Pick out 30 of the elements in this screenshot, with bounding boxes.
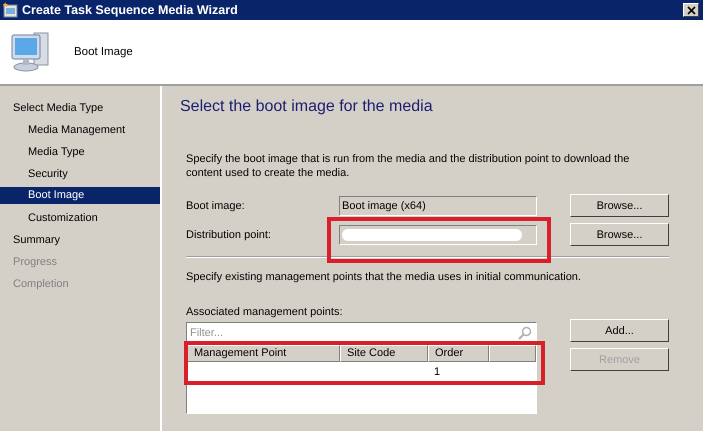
text-field[interactable] (339, 224, 537, 244)
wizard-icon (3, 2, 19, 18)
browse-button[interactable]: Browse... (570, 194, 669, 217)
wizard-step[interactable]: Security (0, 163, 160, 185)
close-button[interactable] (683, 3, 699, 17)
table-row[interactable]: 1 (187, 362, 536, 382)
filter-field[interactable]: Filter... (190, 327, 518, 339)
wizard-step[interactable]: Select Media Type (0, 97, 160, 119)
wizard-step[interactable]: Summary (0, 229, 160, 251)
description-text: Specify existing management points that the media uses in initial communication. (186, 271, 582, 283)
field-label: Boot image: (186, 200, 246, 212)
table-cell-text: 1 (433, 366, 442, 378)
wizard-step[interactable]: Media Management (0, 119, 160, 141)
close-icon (686, 6, 696, 14)
column-header[interactable]: Order (428, 345, 489, 362)
description-text: Specify the boot image that is run from the media and the distribution point to download the content used to create the media. (186, 152, 630, 180)
list-label: Associated management points: (186, 306, 344, 318)
browse-button[interactable]: Browse... (570, 223, 669, 246)
text-field[interactable]: Boot image (x64) (339, 196, 537, 216)
wizard-step[interactable]: Customization (0, 207, 160, 229)
list-action-button[interactable]: Add... (570, 319, 669, 342)
search-icon (518, 326, 532, 340)
wizard-step[interactable]: Media Type (0, 141, 160, 163)
page-title: Boot Image (74, 46, 133, 58)
column-header[interactable]: Site Code (340, 345, 428, 362)
field-label: Distribution point: (186, 228, 272, 240)
column-header[interactable]: Management Point (187, 345, 340, 362)
wizard-step[interactable]: Boot Image (0, 187, 160, 204)
page-heading: Select the boot image for the media (180, 98, 434, 116)
window-title: Create Task Sequence Media Wizard (22, 3, 239, 17)
